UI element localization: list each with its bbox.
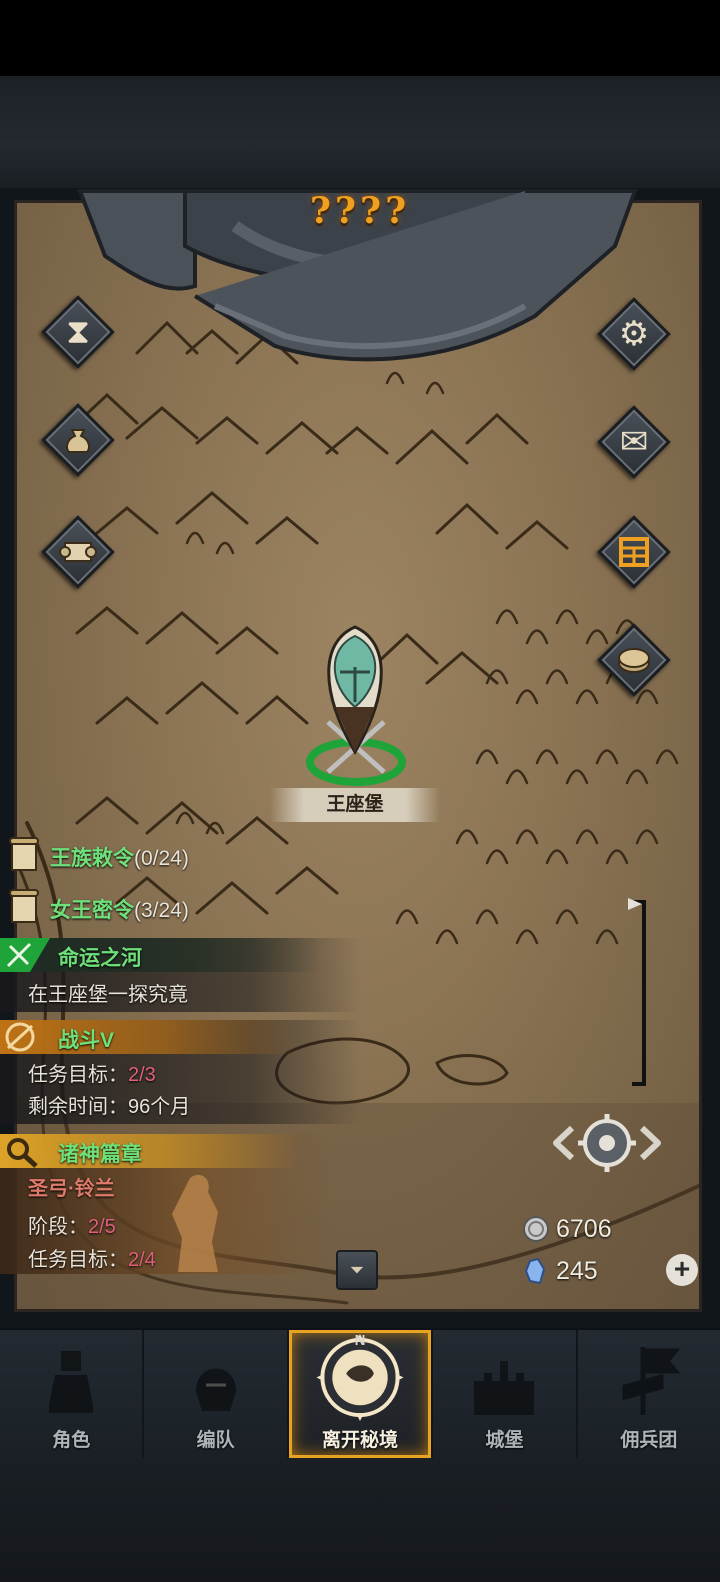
- scroll-button[interactable]: [41, 515, 115, 589]
- crystal-icon: [524, 1257, 546, 1285]
- coin-button[interactable]: [597, 623, 671, 697]
- scroll-icon: [42, 516, 114, 588]
- quest-royal-edict[interactable]: 王族敕令(0/24): [50, 842, 189, 872]
- quest-name: 女王密令: [50, 899, 134, 922]
- battle-quest-target: 任务目标：2/3: [28, 1064, 156, 1086]
- crystal-currency: 245: [522, 1254, 598, 1288]
- calendar-icon: [598, 516, 670, 588]
- gods-quest-stage: 阶段：2/5: [28, 1216, 116, 1238]
- battle-quest-time: 剩余时间：96个月: [28, 1096, 191, 1118]
- player-marker[interactable]: [300, 622, 420, 792]
- money-bag-icon: [42, 404, 114, 476]
- hero-portrait: [172, 1174, 218, 1272]
- gods-quest-subtitle: 圣弓·铃兰: [28, 1178, 115, 1200]
- quest-queen-order[interactable]: 女王密令(3/24): [50, 894, 189, 924]
- chevron-down-icon: ⏷: [349, 1259, 365, 1280]
- scroll-icon: [9, 837, 39, 871]
- locate-control[interactable]: [552, 1108, 662, 1178]
- battle-quest-band: [0, 1020, 300, 1054]
- main-quest-title: 命运之河: [58, 947, 142, 970]
- scroll-icon: [9, 889, 39, 923]
- gods-quest-target: 任务目标：2/4: [28, 1249, 156, 1271]
- top-banner: [0, 76, 720, 188]
- coin-icon: [598, 624, 670, 696]
- banner-icon: [622, 1347, 681, 1415]
- collapse-quests-button[interactable]: ⏷: [336, 1250, 378, 1290]
- quest-progress: (0/24): [134, 847, 189, 870]
- battle-quest-title: 战斗V: [58, 1029, 115, 1052]
- silver-amount: 6706: [556, 1214, 612, 1243]
- status-bar-area: [0, 0, 720, 76]
- gods-quest-title: 诸神篇章: [58, 1143, 142, 1166]
- silver-coin-icon: [523, 1216, 549, 1242]
- silver-currency: 6706: [522, 1212, 612, 1246]
- tab-formation[interactable]: 编队: [144, 1330, 289, 1458]
- tab-label: 编队: [196, 1430, 235, 1451]
- add-currency-button[interactable]: +: [666, 1254, 698, 1286]
- hourglass-button[interactable]: ⧗: [41, 295, 115, 369]
- zoom-slider[interactable]: [628, 898, 650, 1088]
- knight-icon: [49, 1351, 94, 1413]
- flag-icon: [628, 898, 642, 910]
- helmet-icon: [195, 1368, 236, 1411]
- settings-button[interactable]: ⚙: [597, 297, 671, 371]
- tab-character[interactable]: 角色: [0, 1330, 145, 1458]
- tab-leave-realm[interactable]: N 离开秘境: [288, 1330, 434, 1458]
- quest-name: 王族敕令: [50, 847, 134, 870]
- tab-label: 角色: [52, 1430, 91, 1451]
- money-bag-button[interactable]: [41, 403, 115, 477]
- gods-quest-band: [0, 1134, 300, 1168]
- sword-icon: [0, 938, 50, 972]
- target-icon: [5, 1022, 35, 1052]
- compass-letter: N: [354, 1332, 366, 1349]
- mail-button[interactable]: ✉: [597, 405, 671, 479]
- mail-icon: ✉: [619, 423, 649, 461]
- main-quest-desc: 在王座堡一探究竟: [28, 984, 188, 1006]
- castle-icon: [474, 1361, 535, 1415]
- bottom-nav: 角色 编队 N 离开秘境 城堡 佣兵团: [0, 1328, 720, 1458]
- search-icon: [7, 1138, 38, 1168]
- tab-mercenary[interactable]: 佣兵团: [578, 1330, 720, 1458]
- tab-label: 离开秘境: [322, 1430, 399, 1451]
- crystal-amount: 245: [556, 1256, 598, 1285]
- bottom-area: [0, 1458, 720, 1582]
- hourglass-icon: ⧗: [66, 312, 90, 351]
- castle-label[interactable]: 王座堡: [270, 788, 440, 822]
- quest-progress: (3/24): [134, 899, 189, 922]
- region-title: ????: [309, 190, 411, 232]
- tab-label: 城堡: [485, 1430, 524, 1451]
- tab-castle[interactable]: 城堡: [433, 1330, 578, 1458]
- gear-icon: ⚙: [618, 315, 650, 353]
- tab-label: 佣兵团: [620, 1430, 678, 1451]
- calendar-button[interactable]: [597, 515, 671, 589]
